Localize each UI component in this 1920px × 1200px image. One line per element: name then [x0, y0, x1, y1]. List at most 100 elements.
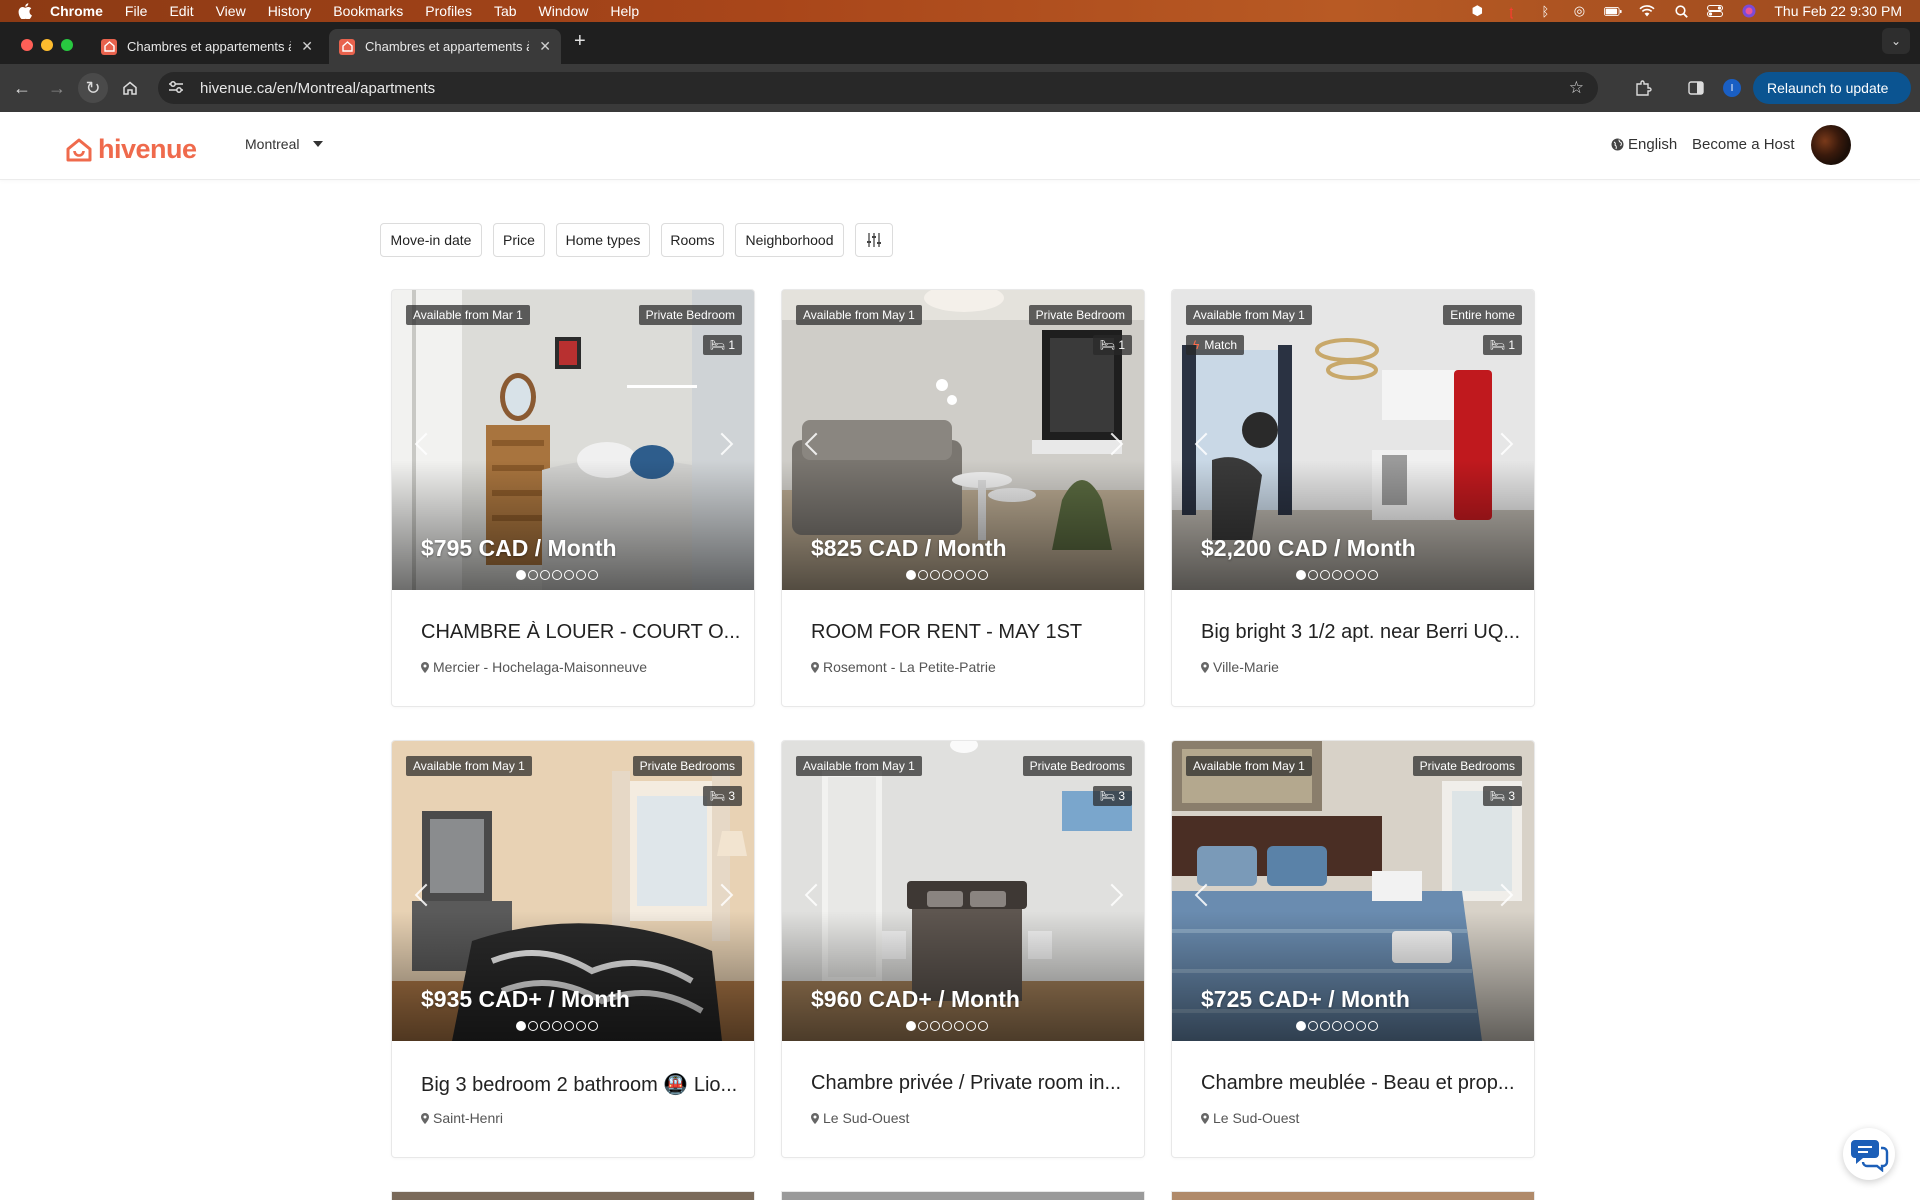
pagination-dot[interactable]: [1356, 1021, 1366, 1031]
listing-photo[interactable]: Available from May 1 Private Bedrooms 🛏 …: [392, 741, 754, 1041]
pagination-dot[interactable]: [1344, 1021, 1354, 1031]
listing-photo[interactable]: Available from May 1 Entire home ϟ Match …: [1172, 290, 1534, 590]
listing-title[interactable]: Big 3 bedroom 2 bathroom 🚇 Lio...: [421, 1072, 741, 1097]
menu-app-name[interactable]: Chrome: [50, 3, 103, 19]
listing-card-partial[interactable]: [391, 1191, 755, 1200]
reload-icon[interactable]: ↻: [78, 73, 108, 103]
become-host-link[interactable]: Become a Host: [1692, 136, 1795, 153]
listing-card[interactable]: Available from May 1 Private Bedrooms 🛏 …: [391, 740, 755, 1158]
listing-card-partial[interactable]: [1171, 1191, 1535, 1200]
listing-title[interactable]: ROOM FOR RENT - MAY 1ST: [811, 621, 1131, 644]
tab-search-chevron-icon[interactable]: ⌄: [1882, 28, 1910, 54]
close-tab-icon[interactable]: ✕: [539, 38, 551, 55]
listing-photo[interactable]: Available from May 1 Private Bedrooms 🛏 …: [1172, 741, 1534, 1041]
pagination-dot[interactable]: [528, 570, 538, 580]
forward-arrow-icon[interactable]: →: [45, 76, 69, 100]
pagination-dot[interactable]: [918, 570, 928, 580]
vpn-icon[interactable]: ◎: [1570, 3, 1588, 18]
filter-neighborhood[interactable]: Neighborhood: [735, 223, 844, 257]
menu-window[interactable]: Window: [539, 3, 589, 19]
pagination-dot[interactable]: [954, 570, 964, 580]
pagination-dot[interactable]: [540, 570, 550, 580]
site-info-icon[interactable]: [168, 80, 186, 97]
pagination-dot[interactable]: [942, 570, 952, 580]
pagination-dot[interactable]: [1320, 570, 1330, 580]
pagination-dot[interactable]: [588, 1021, 598, 1031]
address-bar[interactable]: hivenue.ca/en/Montreal/apartments ☆: [158, 72, 1598, 104]
listing-card[interactable]: Available from May 1 Private Bedrooms 🛏 …: [1171, 740, 1535, 1158]
listing-card[interactable]: Available from May 1 Private Bedroom 🛏 1…: [781, 289, 1145, 707]
menu-view[interactable]: View: [216, 3, 246, 19]
close-tab-icon[interactable]: ✕: [301, 38, 313, 55]
control-center-icon[interactable]: [1706, 4, 1724, 18]
listing-photo[interactable]: Available from Mar 1 Private Bedroom 🛏 1…: [392, 290, 754, 590]
home-icon[interactable]: [118, 76, 142, 100]
side-panel-icon[interactable]: [1684, 76, 1708, 100]
url-text[interactable]: hivenue.ca/en/Montreal/apartments: [200, 80, 435, 97]
scrobble-icon[interactable]: ʈ: [1502, 4, 1520, 19]
listing-photo[interactable]: Available from May 1 Private Bedroom 🛏 1…: [782, 290, 1144, 590]
siri-icon[interactable]: [1740, 4, 1758, 18]
filter-rooms[interactable]: Rooms: [661, 223, 724, 257]
pagination-dot[interactable]: [1368, 570, 1378, 580]
profile-avatar-icon[interactable]: I: [1723, 79, 1741, 97]
listing-title[interactable]: Chambre privée / Private room in...: [811, 1072, 1131, 1095]
back-arrow-icon[interactable]: ←: [10, 76, 34, 100]
pagination-dot[interactable]: [1308, 1021, 1318, 1031]
new-tab-icon[interactable]: +: [574, 30, 586, 53]
creative-cloud-icon[interactable]: ⬢: [1468, 3, 1486, 18]
bluetooth-icon[interactable]: ᛒ: [1536, 4, 1554, 19]
chat-support-button[interactable]: [1843, 1128, 1895, 1180]
listing-card[interactable]: Available from May 1 Entire home ϟ Match …: [1171, 289, 1535, 707]
pagination-dot[interactable]: [930, 570, 940, 580]
language-selector[interactable]: English: [1611, 136, 1677, 153]
pagination-dot[interactable]: [588, 570, 598, 580]
pagination-dot[interactable]: [1368, 1021, 1378, 1031]
pagination-dot[interactable]: [516, 1021, 526, 1031]
pagination-dot[interactable]: [1308, 570, 1318, 580]
pagination-dot[interactable]: [1296, 1021, 1306, 1031]
close-window-button[interactable]: [21, 39, 33, 51]
more-options-icon[interactable]: ⋮: [1877, 352, 1899, 369]
wifi-icon[interactable]: [1638, 4, 1656, 18]
listing-card[interactable]: Available from Mar 1 Private Bedroom 🛏 1…: [391, 289, 755, 707]
menu-edit[interactable]: Edit: [169, 3, 193, 19]
filter-price[interactable]: Price: [493, 223, 545, 257]
pagination-dot[interactable]: [528, 1021, 538, 1031]
pagination-dot[interactable]: [564, 570, 574, 580]
listing-photo[interactable]: Available from May 1 Private Bedrooms 🛏 …: [782, 741, 1144, 1041]
pagination-dot[interactable]: [516, 570, 526, 580]
pagination-dot[interactable]: [954, 1021, 964, 1031]
pagination-dot[interactable]: [978, 1021, 988, 1031]
pagination-dot[interactable]: [1344, 570, 1354, 580]
battery-icon[interactable]: [1604, 4, 1622, 18]
pagination-dot[interactable]: [966, 570, 976, 580]
minimize-window-button[interactable]: [41, 39, 53, 51]
pagination-dot[interactable]: [576, 1021, 586, 1031]
user-avatar[interactable]: [1811, 125, 1851, 165]
pagination-dot[interactable]: [1332, 1021, 1342, 1031]
pagination-dot[interactable]: [540, 1021, 550, 1031]
relaunch-to-update-button[interactable]: Relaunch to update ⋮: [1753, 72, 1911, 368]
pagination-dot[interactable]: [1332, 570, 1342, 580]
menu-clock[interactable]: Thu Feb 22 9:30 PM: [1774, 3, 1902, 19]
filter-home-types[interactable]: Home types: [556, 223, 650, 257]
menu-help[interactable]: Help: [610, 3, 639, 19]
more-filters-button[interactable]: [855, 223, 893, 257]
browser-tab-2-active[interactable]: Chambres et appartements à ✕: [329, 29, 561, 64]
pagination-dot[interactable]: [918, 1021, 928, 1031]
menu-profiles[interactable]: Profiles: [425, 3, 472, 19]
menu-bookmarks[interactable]: Bookmarks: [333, 3, 403, 19]
pagination-dot[interactable]: [942, 1021, 952, 1031]
spotlight-search-icon[interactable]: [1672, 4, 1690, 18]
apple-icon[interactable]: [18, 3, 34, 19]
pagination-dot[interactable]: [552, 570, 562, 580]
menu-tab[interactable]: Tab: [494, 3, 517, 19]
pagination-dot[interactable]: [906, 1021, 916, 1031]
pagination-dot[interactable]: [930, 1021, 940, 1031]
pagination-dot[interactable]: [564, 1021, 574, 1031]
zoom-window-button[interactable]: [61, 39, 73, 51]
pagination-dot[interactable]: [978, 570, 988, 580]
pagination-dot[interactable]: [1356, 570, 1366, 580]
listing-card[interactable]: Available from May 1 Private Bedrooms 🛏 …: [781, 740, 1145, 1158]
